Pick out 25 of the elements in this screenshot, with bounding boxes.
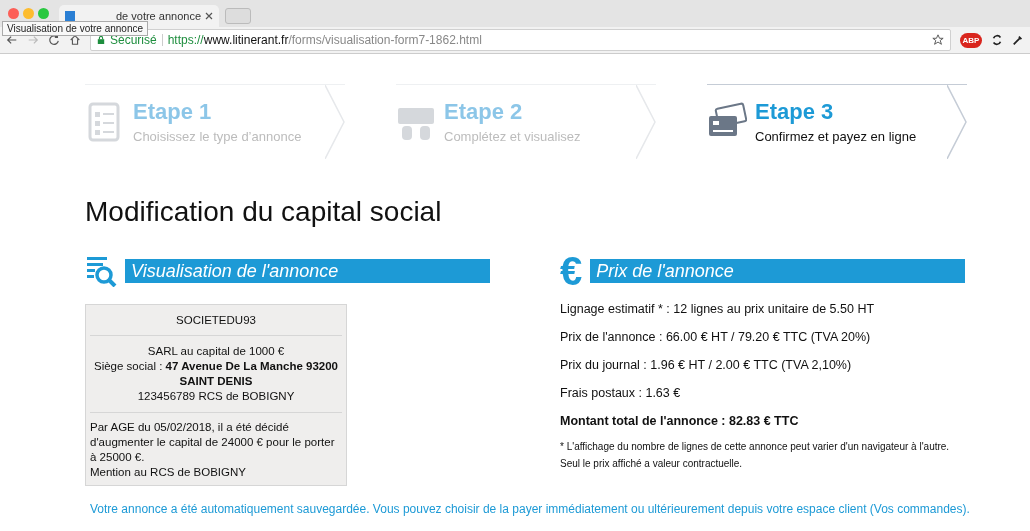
footnote: * L'affichage du nombre de lignes de cette annonce peut varier d'un navigateur à l'autre. Seul le prix affiché a valeur contractuelle. bbox=[560, 440, 951, 471]
page-title: Modification du capital social bbox=[85, 196, 443, 228]
ad-text: Par AGE du 05/02/2018, il a été décidé d'augmenter le capital de 24000 € pour le porter à 25000 €. bbox=[90, 420, 336, 465]
save-notice: Votre annonce a été automatiquement sauvegardée. Vous pouvez choisir de la payer immédiatement ou ultérieurement depuis votre espace client (Vos commandes). bbox=[89, 502, 967, 516]
price-line: Prix de l'annonce : 66.00 € HT / 79.20 € TTC (TVA 20%) bbox=[560, 330, 872, 344]
company-detail: 123456789 RCS de BOBIGNY bbox=[136, 389, 296, 404]
section-heading: Visualisation de l'annonce bbox=[125, 259, 490, 283]
price-line: Lignage estimatif * : 12 lignes au prix unitaire de 5.50 HT bbox=[560, 302, 876, 316]
ad-text: Mention au RCS de BOBIGNY bbox=[90, 465, 247, 480]
step-title: Etape 3 bbox=[755, 99, 835, 125]
price-line: Prix du journal : 1.96 € HT / 2.00 € TTC (TVA 2,10%) bbox=[560, 358, 853, 372]
price-line: Frais postaux : 1.63 € bbox=[560, 386, 682, 400]
total-amount: Montant total de l'annonce : 82.83 € TTC bbox=[560, 414, 800, 428]
step-subtitle: Choisissez le type d’annonce bbox=[133, 129, 302, 144]
step-subtitle: Confirmez et payez en ligne bbox=[755, 129, 917, 144]
url-text: https://www.litinerant.fr/forms/visualisation-form7-1862.html bbox=[167, 33, 482, 47]
step-title: Etape 1 bbox=[133, 99, 213, 125]
company-detail: Siège social : 47 Avenue De La Manche 93200 SAINT DENIS bbox=[93, 359, 339, 389]
company-name: SOCIETEDU93 bbox=[175, 313, 257, 328]
euro-icon: € bbox=[560, 254, 583, 288]
section-heading: Prix de l'annonce bbox=[590, 259, 965, 283]
step-subtitle: Complétez et visualisez bbox=[444, 129, 581, 144]
tooltip: Visualisation de votre annonce bbox=[2, 21, 149, 36]
company-detail: SARL au capital de 1000 € bbox=[146, 344, 286, 359]
step-title: Etape 2 bbox=[444, 99, 524, 125]
